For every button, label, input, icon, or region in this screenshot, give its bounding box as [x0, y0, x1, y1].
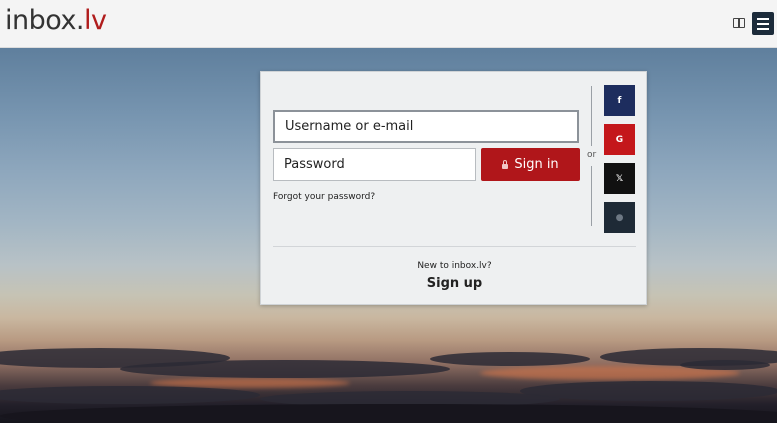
inbox-logo[interactable]: inbox. lv [5, 5, 107, 39]
logo-text-tld: lv [84, 5, 107, 36]
or-label: or [587, 150, 597, 160]
login-panel: Username or e-mail Password Sign in Forg… [260, 71, 647, 305]
x-icon: 𝕏 [615, 173, 624, 184]
top-header: inbox. lv [0, 0, 777, 48]
book-icon[interactable] [733, 18, 745, 28]
divider [273, 246, 636, 247]
sign-in-label: Sign in [514, 157, 559, 172]
username-placeholder: Username or e-mail [285, 119, 414, 134]
sign-in-button[interactable]: Sign in [481, 148, 580, 181]
new-to-text: New to inbox.lv? [417, 261, 492, 271]
password-input[interactable]: Password [273, 148, 476, 181]
lock-icon [502, 159, 509, 169]
username-input[interactable]: Username or e-mail [273, 110, 579, 143]
facebook-icon: f [617, 95, 622, 106]
x-login-button[interactable]: 𝕏 [604, 163, 635, 194]
facebook-login-button[interactable]: f [604, 85, 635, 116]
google-icon: G [615, 134, 624, 145]
forgot-password-link[interactable]: Forgot your password? [273, 192, 375, 202]
apple-icon: ● [615, 212, 624, 223]
password-placeholder: Password [284, 157, 345, 172]
menu-icon [757, 18, 769, 20]
separator-top [591, 86, 592, 146]
google-login-button[interactable]: G [604, 124, 635, 155]
logo-text-main: inbox. [5, 5, 85, 36]
separator-bottom [591, 166, 592, 226]
apple-login-button[interactable]: ● [604, 202, 635, 233]
sign-up-link[interactable]: Sign up [261, 276, 648, 291]
menu-button[interactable] [752, 12, 774, 35]
